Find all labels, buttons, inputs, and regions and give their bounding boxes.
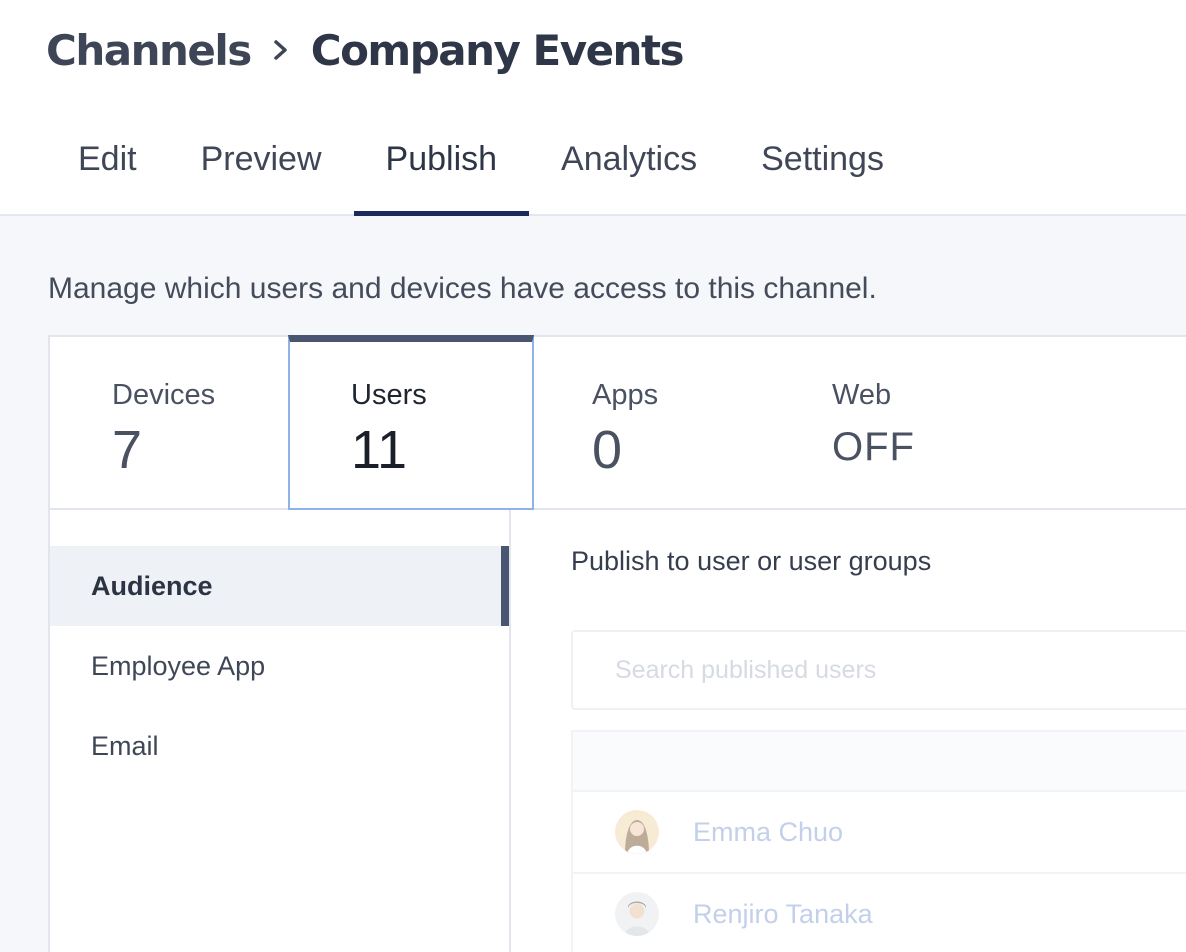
tab-settings[interactable]: Settings	[729, 128, 916, 216]
tab-edit[interactable]: Edit	[46, 128, 169, 216]
page-title: Company Events	[310, 25, 685, 75]
stat-web[interactable]: Web OFF	[774, 337, 1014, 510]
breadcrumb-channels-link[interactable]: Channels	[46, 26, 252, 75]
stat-value: 0	[592, 420, 623, 480]
tab-publish[interactable]: Publish	[353, 128, 530, 216]
tab-analytics[interactable]: Analytics	[529, 128, 729, 216]
chevron-right-icon	[273, 39, 289, 61]
stat-value: 7	[112, 420, 143, 480]
stat-value: OFF	[832, 425, 915, 469]
stat-apps[interactable]: Apps 0	[534, 337, 774, 510]
user-name: Emma Chuo	[693, 816, 844, 847]
page-header: Channels Company Events Edit Preview Pub…	[0, 0, 1186, 216]
table-row[interactable]: Renjiro Tanaka	[571, 874, 1186, 952]
publish-subnav: Audience Employee App Email	[50, 510, 511, 952]
users-table-header	[571, 730, 1186, 792]
stat-users[interactable]: Users 11	[288, 335, 534, 510]
channel-tabs: Edit Preview Publish Analytics Settings	[46, 128, 916, 216]
stat-label: Devices	[112, 379, 216, 411]
breadcrumb: Channels Company Events	[46, 20, 685, 80]
publish-description: Manage which users and devices have acce…	[48, 272, 877, 305]
stat-label: Web	[832, 379, 892, 411]
stat-devices[interactable]: Devices 7	[50, 337, 290, 510]
stat-label: Users	[351, 379, 427, 411]
stat-label: Apps	[592, 379, 659, 411]
subnav-item-audience[interactable]: Audience	[50, 546, 509, 626]
access-stats: Devices 7 Users 11 Apps 0 Web OFF	[50, 335, 1186, 510]
publish-panel: Devices 7 Users 11 Apps 0 Web OFF Audien…	[48, 335, 1186, 952]
stat-value: 11	[351, 420, 408, 480]
avatar	[615, 892, 659, 936]
audience-content: Publish to user or user groups Emma Chuo	[511, 510, 1186, 952]
avatar	[615, 810, 659, 854]
table-row[interactable]: Emma Chuo	[571, 792, 1186, 874]
tab-preview[interactable]: Preview	[169, 128, 354, 216]
user-name: Renjiro Tanaka	[693, 898, 873, 929]
search-published-users-input[interactable]	[571, 630, 1186, 710]
section-title: Publish to user or user groups	[571, 546, 932, 576]
subnav-item-employee-app[interactable]: Employee App	[50, 626, 509, 706]
subnav-item-email[interactable]: Email	[50, 706, 509, 786]
